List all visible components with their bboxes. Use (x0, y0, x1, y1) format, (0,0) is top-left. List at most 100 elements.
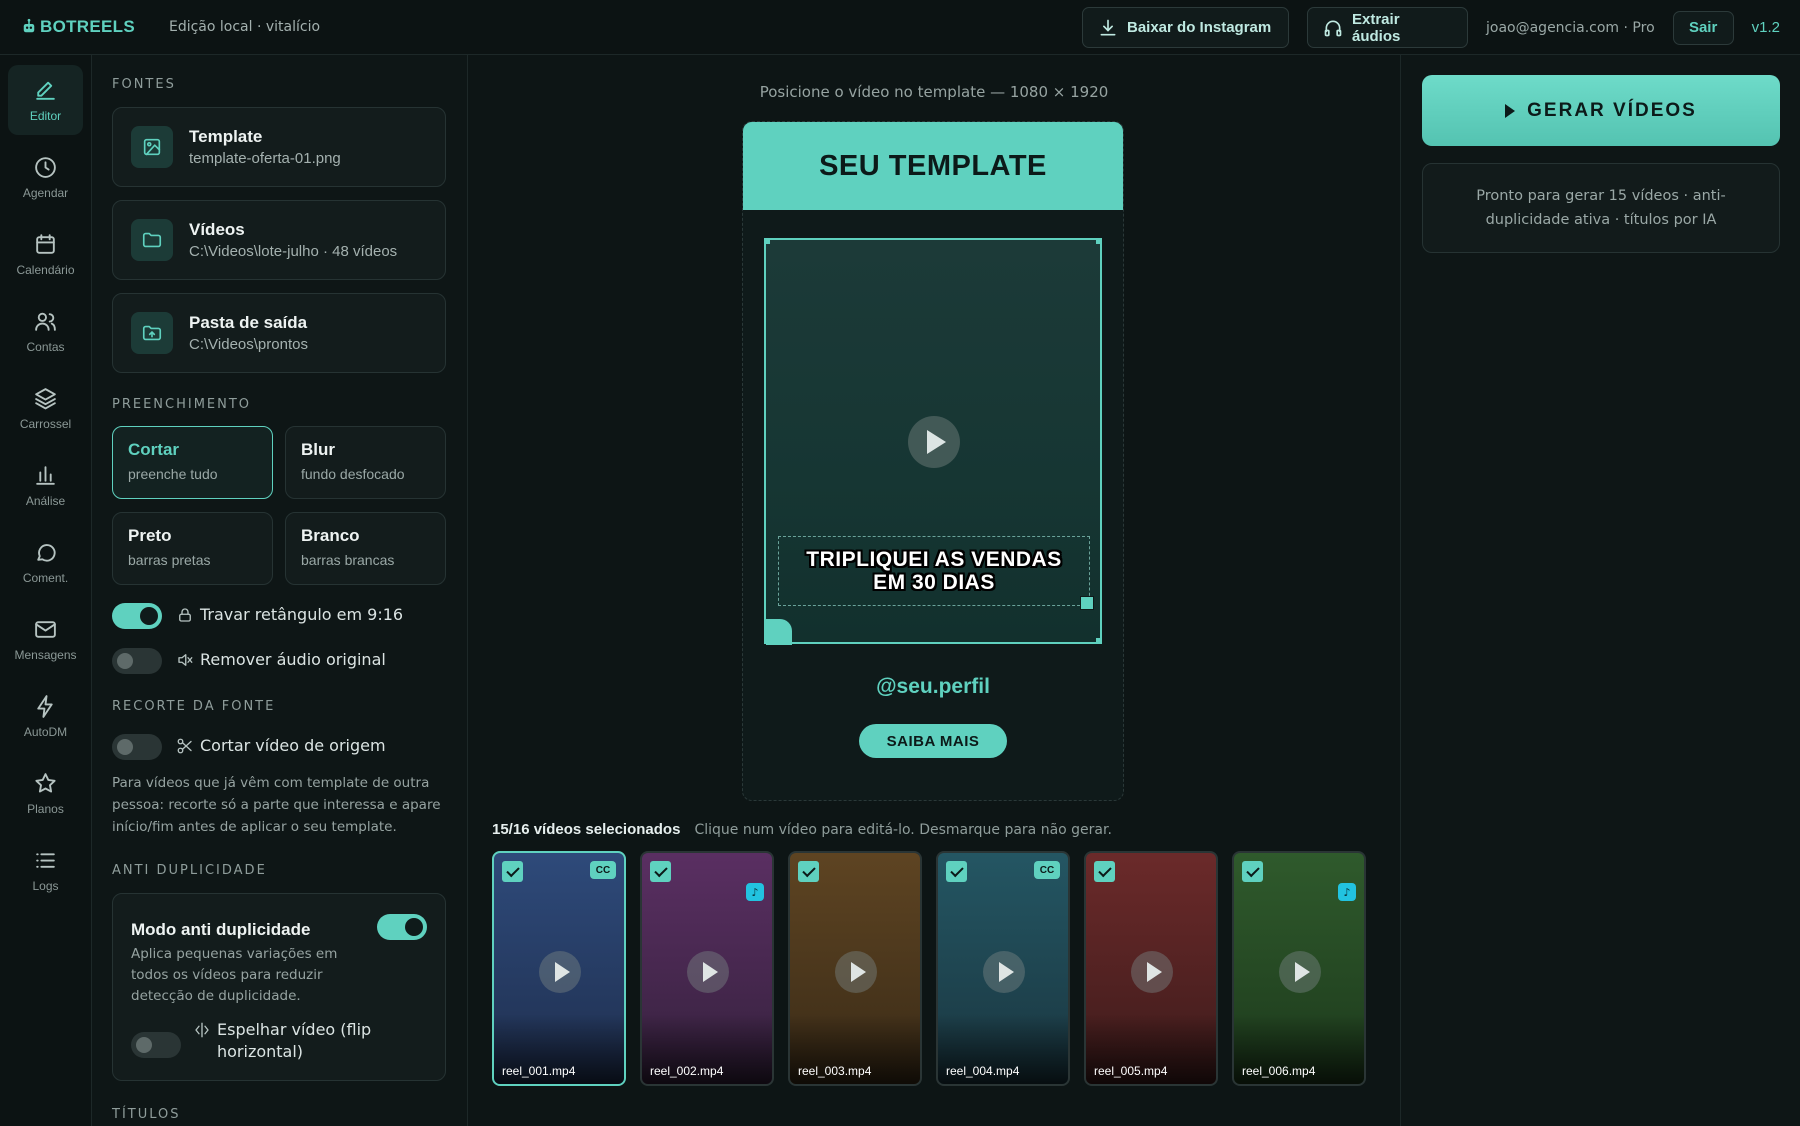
corner-handle[interactable] (764, 238, 770, 244)
nav-agendar[interactable]: Agendar (8, 142, 83, 212)
extract-audio-label: Extrair áudios (1352, 10, 1401, 45)
nav-contas[interactable]: Contas (8, 296, 83, 366)
fill-option-cortar[interactable]: Cortar preenche tudo (112, 426, 273, 499)
preview-area: Posicione o vídeo no template — 1080 × 1… (468, 55, 1400, 1126)
layers-icon (35, 387, 56, 409)
music-note-icon: ♪ (1338, 883, 1356, 901)
fill-title: Branco (301, 526, 360, 545)
remove-audio-label: Remover áudio original (176, 650, 386, 669)
videos-source[interactable]: Vídeos C:\Videos\lote-julho · 48 vídeos (112, 200, 446, 280)
select-checkbox[interactable] (502, 861, 523, 882)
download-instagram-label: Baixar do Instagram (1127, 19, 1272, 36)
clock-icon (35, 156, 56, 178)
video-thumbnail[interactable]: reel_002.mp4 ♪ (640, 851, 774, 1086)
anti-dup-card: Modo anti duplicidade Aplica pequenas va… (112, 893, 446, 1081)
play-button[interactable] (908, 416, 960, 468)
template-canvas: SEU TEMPLATE TRIPLIQUEI AS VENDAS EM 30 … (742, 121, 1124, 801)
mirror-toggle[interactable] (131, 1032, 181, 1058)
thumb-filename: reel_006.mp4 (1242, 1064, 1316, 1078)
settings-panel: FONTES Template template-oferta-01.png V… (92, 55, 468, 1126)
rect-drag-handle[interactable] (766, 619, 792, 645)
nav-comentarios[interactable]: Coment. (8, 527, 83, 597)
caption-line: TRIPLIQUEI AS VENDAS (806, 548, 1062, 571)
caption-line: EM 30 DIAS (873, 571, 995, 594)
section-titles: TÍTULOS (112, 1107, 181, 1122)
anti-dup-toggle[interactable] (377, 914, 427, 940)
anti-dup-desc: Aplica pequenas variações em todos os ví… (131, 946, 338, 1004)
music-note-icon: ♪ (746, 883, 764, 901)
lock-ratio-toggle[interactable] (112, 603, 162, 629)
select-checkbox[interactable] (946, 861, 967, 882)
nav-autodm[interactable]: AutoDM (8, 681, 83, 751)
play-icon[interactable] (687, 951, 729, 993)
logout-button[interactable]: Sair (1672, 10, 1734, 45)
nav-label: Análise (25, 493, 66, 508)
videos-path: C:\Videos\lote-julho · 48 vídeos (189, 243, 398, 260)
video-thumbnail[interactable]: reel_003.mp4 (788, 851, 922, 1086)
flip-icon (195, 1022, 209, 1038)
fill-option-blur[interactable]: Blur fundo desfocado (285, 426, 446, 499)
video-position-rect[interactable]: TRIPLIQUEI AS VENDAS EM 30 DIAS (764, 238, 1102, 645)
thumb-filename: reel_001.mp4 (502, 1064, 576, 1078)
video-thumbnail[interactable]: reel_006.mp4 ♪ (1232, 851, 1366, 1086)
play-icon[interactable] (983, 951, 1025, 993)
section-fill: PREENCHIMENTO (112, 397, 252, 412)
crop-source-label: Cortar vídeo de origem (176, 736, 386, 755)
video-thumbnail[interactable]: reel_004.mp4 CC (936, 851, 1070, 1086)
version-label: v1.2 (1751, 19, 1780, 36)
select-checkbox[interactable] (1094, 861, 1115, 882)
play-icon[interactable] (539, 951, 581, 993)
bolt-icon (37, 694, 53, 718)
nav-editor[interactable]: Editor (8, 65, 83, 135)
section-anti-dup: ANTI DUPLICIDADE (112, 863, 267, 878)
play-icon[interactable] (1131, 951, 1173, 993)
play-icon[interactable] (1279, 951, 1321, 993)
nav-label: Contas (26, 339, 65, 354)
caption-box[interactable]: TRIPLIQUEI AS VENDAS EM 30 DIAS (778, 536, 1090, 606)
preview-instructions: Posicione o vídeo no template — 1080 × 1… (759, 83, 1109, 101)
nav-label: AutoDM (23, 724, 68, 739)
nav-label: Logs (32, 878, 59, 893)
fill-subtitle: preenche tudo (128, 466, 218, 482)
select-checkbox[interactable] (650, 861, 671, 882)
comment-icon (37, 543, 56, 562)
fill-title: Preto (128, 526, 172, 545)
mute-icon (178, 653, 193, 666)
select-checkbox[interactable] (798, 861, 819, 882)
nav-carrossel[interactable]: Carrossel (8, 373, 83, 443)
fill-option-branco[interactable]: Branco barras brancas (285, 512, 446, 585)
users-icon (35, 312, 56, 331)
output-path: C:\Videos\prontos (189, 336, 308, 353)
nav-analise[interactable]: Análise (8, 450, 83, 520)
caption-resize-handle[interactable] (1080, 596, 1094, 610)
nav-mensagens[interactable]: Mensagens (8, 604, 83, 674)
thumb-filename: reel_005.mp4 (1094, 1064, 1168, 1078)
profile-handle: @seu.perfil (876, 675, 990, 698)
corner-handle[interactable] (1096, 238, 1102, 244)
generate-videos-button[interactable]: GERAR VÍDEOS (1422, 75, 1780, 146)
template-source[interactable]: Template template-oferta-01.png (112, 107, 446, 187)
video-thumbnail[interactable]: reel_001.mp4 CC (492, 851, 626, 1086)
bar-chart-icon (36, 465, 55, 485)
video-thumbnail[interactable]: reel_005.mp4 (1084, 851, 1218, 1086)
nav-logs[interactable]: Logs (8, 835, 83, 905)
crop-source-toggle[interactable] (112, 734, 162, 760)
nav-planos[interactable]: Planos (8, 758, 83, 828)
nav-label: Editor (29, 108, 62, 123)
select-checkbox[interactable] (1242, 861, 1263, 882)
fill-subtitle: barras brancas (301, 552, 395, 568)
play-icon[interactable] (835, 951, 877, 993)
output-folder[interactable]: Pasta de saída C:\Videos\prontos (112, 293, 446, 373)
extract-audio-button[interactable]: Extrair áudios (1307, 7, 1468, 48)
section-sources: FONTES (112, 77, 176, 92)
selection-bar: 15/16 vídeos selecionados Clique num víd… (492, 821, 1112, 838)
nav-calendario[interactable]: Calendário (8, 219, 83, 289)
remove-audio-toggle[interactable] (112, 648, 162, 674)
download-instagram-button[interactable]: Baixar do Instagram (1082, 7, 1289, 48)
remove-audio-text: Remover áudio original (200, 650, 386, 669)
play-triangle-icon (1505, 103, 1516, 118)
actions-panel: GERAR VÍDEOS Pronto para gerar 15 vídeos… (1400, 55, 1800, 1126)
corner-handle[interactable] (1096, 638, 1102, 644)
nav-label: Coment. (22, 570, 69, 585)
fill-option-preto[interactable]: Preto barras pretas (112, 512, 273, 585)
